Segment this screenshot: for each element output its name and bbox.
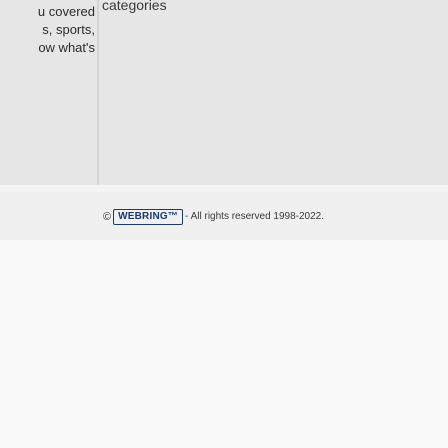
copyright-row: © WEBRING™ - All rights reserved 1998-20… (103, 208, 324, 226)
categories-heading: categories (102, 0, 167, 13)
footer-bar: © WEBRING™ - All rights reserved 1998-20… (0, 192, 448, 240)
rights-text: - All rights reserved 1998-2022. (185, 211, 325, 222)
section-gap (0, 185, 448, 192)
copyright-icon: © (103, 211, 112, 223)
content-section: u covered s, sports, ow what's categorie… (0, 0, 448, 185)
description-text: u covered s, sports, ow what's (37, 4, 95, 55)
brand-logo[interactable]: WEBRING™ (113, 209, 184, 225)
column-divider (97, 0, 99, 185)
footer: © WEBRING™ - All rights reserved 1998-20… (0, 192, 448, 448)
